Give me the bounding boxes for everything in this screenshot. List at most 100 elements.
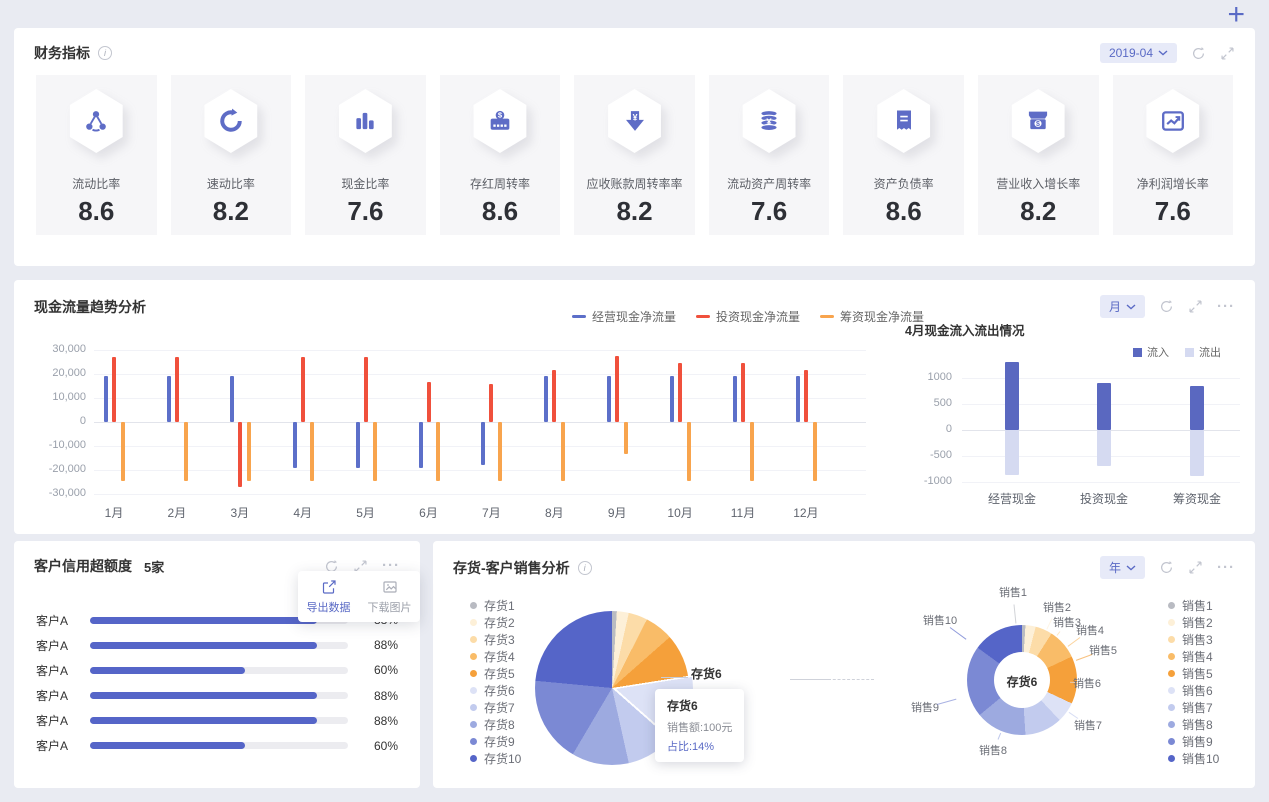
legend-dot bbox=[470, 720, 477, 728]
donut-leader-line bbox=[1067, 637, 1081, 648]
legend-label: 存货10 bbox=[484, 751, 522, 766]
legend-item[interactable]: 存货2 bbox=[470, 615, 521, 630]
bar-筹资现金净流量 bbox=[372, 422, 377, 481]
legend-item[interactable]: 销售2 bbox=[1168, 616, 1219, 630]
donut-leader-line bbox=[1075, 654, 1092, 662]
chart-tooltip: 存货6 销售额:100元 占比:14% bbox=[655, 689, 745, 762]
legend-item[interactable]: 经营现金净流量 bbox=[572, 308, 676, 325]
legend-item[interactable]: 流入 bbox=[1133, 344, 1169, 360]
legend-item[interactable]: 销售1 bbox=[1168, 599, 1219, 613]
metric-icon-hexagon bbox=[201, 89, 261, 153]
legend-item[interactable]: 流出 bbox=[1185, 344, 1221, 360]
legend-label: 销售5 bbox=[1182, 666, 1213, 681]
metric-label: 应收账款周转率率 bbox=[586, 177, 683, 191]
legend-item[interactable]: 存货8 bbox=[470, 718, 521, 732]
gridline bbox=[94, 374, 866, 375]
bar-经营现金净流量 bbox=[670, 376, 675, 422]
tooltip-title: 存货6 bbox=[667, 699, 698, 713]
legend-item[interactable]: 存货9 bbox=[470, 734, 521, 749]
legend-label: 存货2 bbox=[484, 615, 515, 630]
legend-item[interactable]: 销售3 bbox=[1168, 633, 1219, 647]
refresh-icon[interactable] bbox=[1159, 299, 1174, 314]
legend-item[interactable]: 存货7 bbox=[470, 700, 521, 715]
legend-label: 存货7 bbox=[484, 700, 515, 715]
legend-item[interactable]: 销售10 bbox=[1168, 752, 1219, 766]
legend-item[interactable]: 销售9 bbox=[1168, 734, 1219, 749]
receipt-icon bbox=[877, 89, 931, 153]
donut-slice-label: 销售10 bbox=[922, 615, 958, 627]
more-options-icon[interactable]: ··· bbox=[1217, 560, 1235, 575]
menu-item-label: 导出数据 bbox=[306, 602, 351, 614]
legend-item[interactable]: 销售4 bbox=[1168, 650, 1219, 664]
legend-dot bbox=[1168, 635, 1175, 643]
bar-投资现金净流量 bbox=[300, 357, 305, 422]
inventory-sales-panel: 存货-客户销售分析 i 年 ··· 存货1 存货2 存货3 存货4 存货5 存货6 存货7 存… bbox=[433, 541, 1255, 788]
legend-dot bbox=[470, 652, 477, 660]
legend-item[interactable]: 存货3 bbox=[470, 633, 521, 647]
legend-item[interactable]: 销售7 bbox=[1168, 701, 1219, 715]
progress-track bbox=[90, 742, 348, 750]
cashflow-trend-chart: 30,000 20,000 10,000 0 -10,000 -20,000 -30,000… bbox=[34, 336, 890, 532]
period-value: 月 bbox=[1108, 300, 1121, 314]
metric-card: $ 营业收入增长率 8.2 bbox=[977, 75, 1099, 235]
bar-流入 bbox=[1190, 385, 1204, 430]
legend-dot bbox=[1168, 686, 1175, 694]
legend-item[interactable]: 存货4 bbox=[470, 650, 521, 664]
legend-item[interactable]: 存货6 bbox=[470, 683, 521, 698]
legend-item[interactable]: 投资现金净流量 bbox=[696, 308, 800, 325]
bar-投资现金净流量 bbox=[803, 370, 808, 422]
export-data-menu-item[interactable]: 导出数据 bbox=[298, 579, 359, 615]
bar-经营现金净流量 bbox=[795, 376, 800, 422]
legend-dot bbox=[470, 669, 477, 677]
donut-slice-label: 销售2 bbox=[1042, 602, 1072, 614]
x-axis-label: 10月 bbox=[667, 506, 693, 520]
table-row: 客户A 88% bbox=[36, 713, 398, 729]
percent-value: 88% bbox=[373, 713, 398, 728]
metric-label: 营业收入增长率 bbox=[996, 177, 1081, 191]
svg-text:¥: ¥ bbox=[766, 117, 772, 127]
more-options-icon[interactable]: ··· bbox=[382, 558, 400, 573]
refresh-icon[interactable] bbox=[1191, 46, 1206, 61]
sales-legend: 销售1 销售2 销售3 销售4 销售5 销售6 销售7 销售8 销售9 销售10 bbox=[1168, 599, 1219, 766]
legend-item[interactable]: 存货1 bbox=[470, 599, 521, 613]
legend-item[interactable]: 销售6 bbox=[1168, 684, 1219, 698]
legend-swatch bbox=[572, 315, 586, 318]
bar-经营现金净流量 bbox=[355, 422, 360, 468]
metric-icon-hexagon: ¥ bbox=[605, 89, 665, 153]
legend-dot bbox=[470, 754, 477, 762]
legend-label: 流出 bbox=[1199, 347, 1221, 359]
expand-icon[interactable] bbox=[1188, 560, 1203, 575]
y-axis-tick: 0 bbox=[79, 415, 86, 427]
y-axis-tick: 500 bbox=[933, 397, 952, 409]
bar-投资现金净流量 bbox=[237, 422, 242, 487]
period-dropdown[interactable]: 2019-04 bbox=[1099, 43, 1177, 63]
bar-筹资现金净流量 bbox=[498, 422, 503, 481]
legend-dot bbox=[470, 686, 477, 694]
expand-icon[interactable] bbox=[1220, 46, 1235, 61]
legend-item[interactable]: 存货10 bbox=[470, 751, 522, 766]
legend-item[interactable]: 存货5 bbox=[470, 666, 521, 681]
legend-dot bbox=[470, 737, 477, 745]
add-widget-button[interactable]: + bbox=[1227, 0, 1245, 30]
legend-label: 销售9 bbox=[1182, 734, 1213, 749]
legend-label: 存货9 bbox=[484, 734, 515, 749]
legend-item[interactable]: 销售8 bbox=[1168, 718, 1219, 732]
expand-icon[interactable] bbox=[1188, 299, 1203, 314]
store-icon: $ bbox=[1011, 89, 1065, 153]
legend-item[interactable]: 销售5 bbox=[1168, 666, 1219, 681]
tooltip-sales-value: 销售额:100元 bbox=[667, 722, 733, 734]
legend-dot bbox=[470, 703, 477, 711]
info-icon[interactable]: i bbox=[577, 560, 592, 575]
period-dropdown[interactable]: 年 bbox=[1099, 556, 1145, 579]
info-icon[interactable]: i bbox=[98, 46, 112, 60]
more-options-icon[interactable]: ··· bbox=[1217, 299, 1235, 314]
refresh-icon[interactable] bbox=[1159, 560, 1174, 575]
metric-icon-hexagon: ¥ bbox=[739, 89, 799, 153]
bar-投资现金净流量 bbox=[363, 357, 368, 422]
legend-label: 存货5 bbox=[484, 666, 515, 681]
period-dropdown[interactable]: 月 bbox=[1099, 295, 1145, 318]
legend-label: 存货6 bbox=[484, 683, 515, 698]
metric-card: 流动比率 8.6 bbox=[36, 75, 157, 235]
x-axis-label: 7月 bbox=[482, 506, 501, 520]
download-image-menu-item[interactable]: 下载图片 bbox=[359, 579, 420, 615]
